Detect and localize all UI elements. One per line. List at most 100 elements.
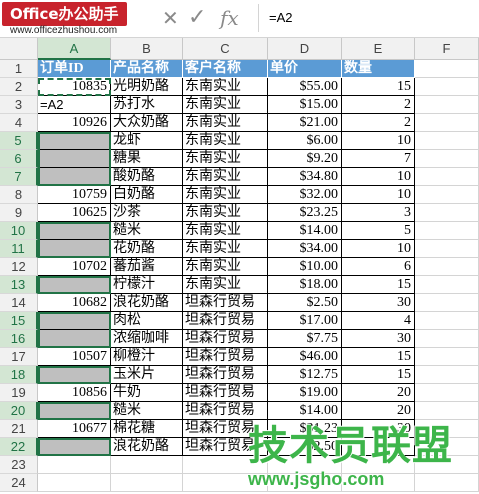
product-cell[interactable]: 光明奶酪 [111,78,183,96]
quantity-cell[interactable]: 3 [342,204,415,222]
quantity-cell[interactable]: 15 [342,276,415,294]
empty-order-id-cell[interactable] [38,312,111,330]
price-cell[interactable]: $14.00 [268,402,342,420]
customer-cell[interactable]: 坦森行贸易 [183,402,268,420]
price-cell[interactable]: $6.00 [268,132,342,150]
quantity-cell[interactable]: 15 [342,78,415,96]
customer-cell[interactable]: 东南实业 [183,258,268,276]
header-cell-quantity[interactable]: 数量 [342,60,415,78]
order-id-cell[interactable]: 10926 [38,114,111,132]
column-header-f[interactable]: F [415,38,479,60]
price-cell[interactable]: $12.75 [268,366,342,384]
empty-cell[interactable] [415,294,479,312]
row-header-5[interactable]: 5 [0,132,38,150]
customer-cell[interactable]: 东南实业 [183,222,268,240]
empty-cell[interactable] [415,258,479,276]
order-id-cell[interactable]: 10507 [38,348,111,366]
row-header-15[interactable]: 15 [0,312,38,330]
row-header-7[interactable]: 7 [0,168,38,186]
fx-icon[interactable]: fx [220,4,239,32]
row-header-19[interactable]: 19 [0,384,38,402]
quantity-cell[interactable]: 30 [342,294,415,312]
quantity-cell[interactable]: 10 [342,132,415,150]
empty-order-id-cell[interactable] [38,222,111,240]
header-cell-price[interactable]: 单价 [268,60,342,78]
row-header-20[interactable]: 20 [0,402,38,420]
order-id-cell[interactable]: =A2 [38,96,111,114]
quantity-cell[interactable]: 30 [342,330,415,348]
quantity-cell[interactable]: 2 [342,96,415,114]
customer-cell[interactable]: 坦森行贸易 [183,330,268,348]
row-header-13[interactable]: 13 [0,276,38,294]
empty-order-id-cell[interactable] [38,330,111,348]
customer-cell[interactable]: 东南实业 [183,168,268,186]
customer-cell[interactable]: 坦森行贸易 [183,384,268,402]
header-cell-customer[interactable]: 客户名称 [183,60,268,78]
customer-cell[interactable]: 东南实业 [183,276,268,294]
order-id-cell[interactable]: 10856 [38,384,111,402]
row-header-16[interactable]: 16 [0,330,38,348]
quantity-cell[interactable]: 10 [342,186,415,204]
order-id-cell[interactable]: 10702 [38,258,111,276]
row-header-17[interactable]: 17 [0,348,38,366]
empty-cell[interactable] [38,474,111,492]
empty-cell[interactable] [415,384,479,402]
product-cell[interactable]: 牛奶 [111,384,183,402]
customer-cell[interactable]: 东南实业 [183,240,268,258]
column-header-c[interactable]: C [183,38,268,60]
product-cell[interactable]: 柳橙汁 [111,348,183,366]
price-cell[interactable]: $55.00 [268,78,342,96]
quantity-cell[interactable]: 6 [342,258,415,276]
empty-order-id-cell[interactable] [38,132,111,150]
column-header-b[interactable]: B [111,38,183,60]
empty-cell[interactable] [415,222,479,240]
empty-cell[interactable] [415,186,479,204]
product-cell[interactable]: 糙米 [111,222,183,240]
product-cell[interactable]: 大众奶酪 [111,114,183,132]
product-cell[interactable]: 肉松 [111,312,183,330]
empty-cell[interactable] [415,96,479,114]
row-header-6[interactable]: 6 [0,150,38,168]
product-cell[interactable]: 糙米 [111,402,183,420]
price-cell[interactable]: $17.00 [268,312,342,330]
customer-cell[interactable]: 东南实业 [183,78,268,96]
order-id-cell[interactable]: 10682 [38,294,111,312]
row-header-24[interactable]: 24 [0,474,38,492]
row-header-14[interactable]: 14 [0,294,38,312]
price-cell[interactable]: $9.20 [268,150,342,168]
column-header-a[interactable]: A [38,38,111,60]
check-icon[interactable]: ✓ [188,4,206,32]
empty-order-id-cell[interactable] [38,438,111,456]
product-cell[interactable]: 花奶酪 [111,240,183,258]
price-cell[interactable]: $34.80 [268,168,342,186]
empty-cell[interactable] [415,276,479,294]
product-cell[interactable]: 蕃茄酱 [111,258,183,276]
quantity-cell[interactable]: 15 [342,348,415,366]
product-cell[interactable]: 棉花糖 [111,420,183,438]
empty-cell[interactable] [415,240,479,258]
header-cell-product[interactable]: 产品名称 [111,60,183,78]
column-header-e[interactable]: E [342,38,415,60]
price-cell[interactable]: $21.00 [268,114,342,132]
empty-cell[interactable] [415,78,479,96]
product-cell[interactable]: 酸奶酪 [111,168,183,186]
empty-cell[interactable] [415,330,479,348]
quantity-cell[interactable]: 10 [342,240,415,258]
empty-cell[interactable] [415,204,479,222]
empty-cell[interactable] [415,366,479,384]
column-header-d[interactable]: D [268,38,342,60]
empty-order-id-cell[interactable] [38,366,111,384]
empty-order-id-cell[interactable] [38,276,111,294]
product-cell[interactable]: 龙虾 [111,132,183,150]
row-header-18[interactable]: 18 [0,366,38,384]
price-cell[interactable]: $15.00 [268,96,342,114]
customer-cell[interactable]: 坦森行贸易 [183,294,268,312]
empty-order-id-cell[interactable] [38,150,111,168]
price-cell[interactable]: $32.00 [268,186,342,204]
empty-order-id-cell[interactable] [38,402,111,420]
row-header-23[interactable]: 23 [0,456,38,474]
order-id-cell[interactable]: 10625 [38,204,111,222]
customer-cell[interactable]: 东南实业 [183,186,268,204]
customer-cell[interactable]: 东南实业 [183,204,268,222]
select-all-corner[interactable] [0,38,38,60]
